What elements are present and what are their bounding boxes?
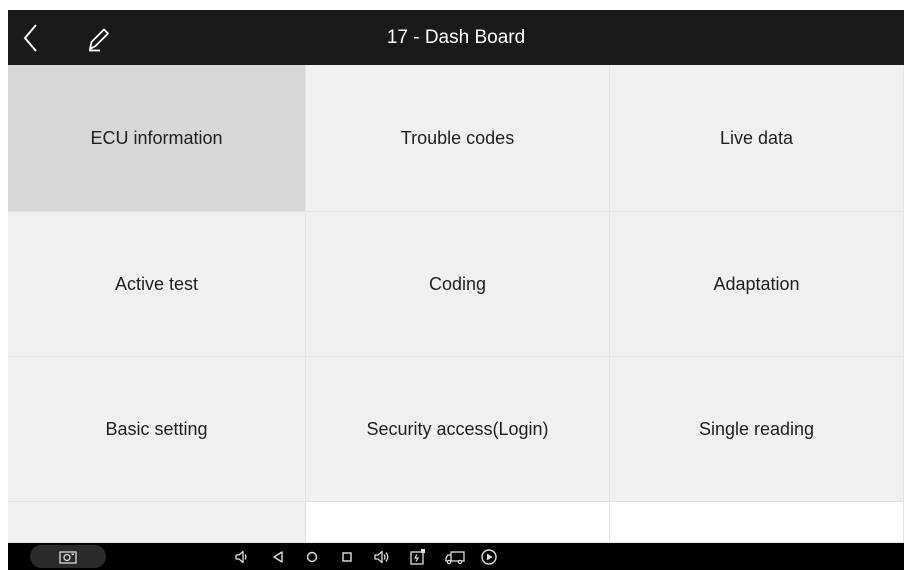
truck-mode-button[interactable] [441, 543, 469, 570]
home-circle-icon [306, 551, 318, 562]
volume-down-icon [235, 550, 247, 563]
page-title: 17 - Dash Board [386, 27, 526, 48]
volume-down-button[interactable] [230, 543, 254, 570]
function-tile-active-test[interactable]: Active test [8, 212, 306, 357]
nav-recents-button[interactable] [335, 543, 359, 570]
camera-icon [59, 550, 77, 564]
app-frame: 17 - Dash Board ECU information Trouble … [8, 10, 904, 570]
vci-button[interactable] [405, 543, 431, 570]
nav-home-button[interactable] [300, 543, 324, 570]
function-label: Basic setting [105, 418, 208, 439]
recents-square-icon [342, 551, 352, 562]
grid-blank-cell [610, 502, 904, 543]
function-label: Active test [114, 273, 199, 294]
function-tile-adaptation[interactable]: Adaptation [610, 212, 904, 357]
function-tile-trouble-codes[interactable]: Trouble codes [306, 65, 610, 212]
function-grid: ECU information Trouble codes Live data … [8, 65, 904, 543]
function-label: Adaptation [713, 273, 800, 294]
function-tile-live-data[interactable]: Live data [610, 65, 904, 212]
function-label: Trouble codes [400, 127, 515, 148]
screenshot-button[interactable] [30, 545, 106, 568]
function-label: Coding [428, 273, 487, 294]
system-navigation-bar [8, 543, 904, 570]
volume-up-icon [374, 550, 389, 563]
grid-blank-cell [306, 502, 610, 543]
play-button[interactable] [476, 543, 502, 570]
volume-up-button[interactable] [370, 543, 394, 570]
truck-icon [445, 550, 465, 564]
function-tile-coding[interactable]: Coding [306, 212, 610, 357]
chevron-left-icon [23, 24, 37, 52]
title-bar: 17 - Dash Board [8, 10, 904, 65]
back-button[interactable] [14, 20, 50, 56]
function-tile-basic-setting[interactable]: Basic setting [8, 357, 306, 502]
function-tile-partial[interactable] [8, 502, 306, 543]
function-tile-single-reading[interactable]: Single reading [610, 357, 904, 502]
back-triangle-icon [273, 550, 283, 563]
function-tile-ecu-information[interactable]: ECU information [8, 65, 306, 212]
vci-icon [410, 548, 425, 565]
function-label: ECU information [90, 127, 223, 148]
function-tile-security-access[interactable]: Security access(Login) [306, 357, 610, 502]
edit-button[interactable] [80, 20, 116, 56]
nav-back-button[interactable] [266, 543, 290, 570]
function-label: Live data [719, 127, 794, 148]
play-icon [481, 548, 497, 565]
function-label: Single reading [698, 418, 815, 439]
pencil-icon [89, 28, 109, 52]
function-label: Security access(Login) [366, 418, 549, 439]
